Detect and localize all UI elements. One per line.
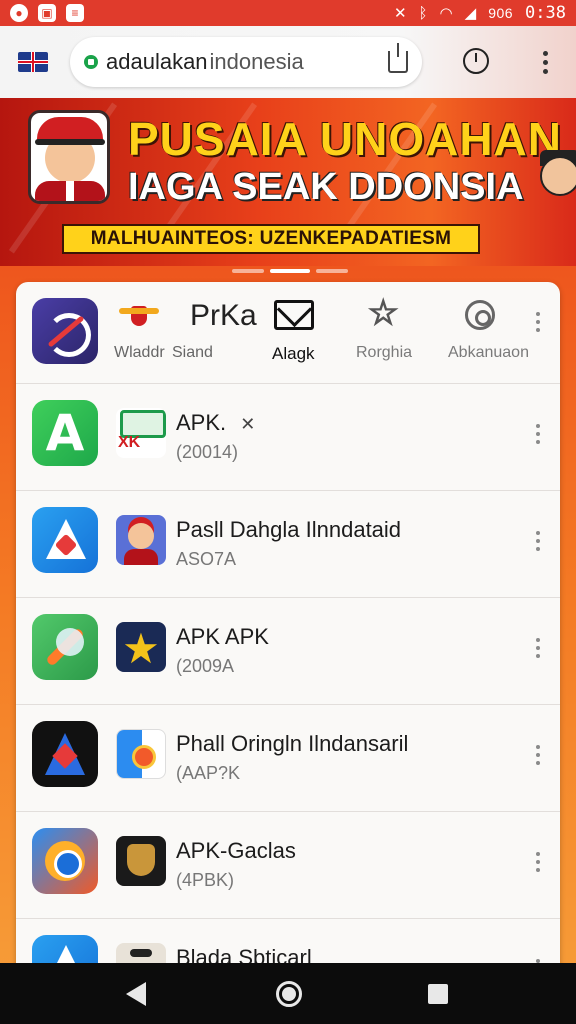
share-icon[interactable] (388, 43, 408, 73)
list-item[interactable]: Phall Oringln Ilndansaril (AAP?K (16, 705, 560, 812)
system-nav-bar (0, 963, 576, 1024)
item-more-icon[interactable] (528, 424, 548, 444)
crest-icon (119, 302, 159, 332)
browser-menu-icon[interactable] (535, 51, 555, 74)
tab-abkanuaon[interactable]: Abkanuaon (448, 344, 529, 362)
news-icon: ≡ (66, 4, 84, 22)
star-icon[interactable]: ☆ (367, 295, 410, 331)
list-item[interactable]: APK APK (2009A (16, 598, 560, 705)
app-green-a-icon (32, 400, 98, 466)
crest-icon (116, 836, 166, 886)
app-launcher-icon[interactable] (32, 298, 98, 364)
featured-row: Wladdr PrKa Siand Alagk ☆ Rorghia Abkanu… (16, 282, 560, 384)
uk-flag-icon[interactable] (18, 52, 48, 72)
app-list-card: Wladdr PrKa Siand Alagk ☆ Rorghia Abkanu… (16, 282, 560, 982)
image-icon: ▣ (38, 4, 56, 22)
list-item[interactable]: Pasll Dahgla Ilnndataid ASO7A (16, 491, 560, 598)
carousel-indicator[interactable] (232, 269, 348, 273)
browser-toolbar: adaulakan indonesia (0, 26, 576, 98)
app-subtitle: (20014) (176, 442, 239, 462)
app-dark-arrow-icon (32, 721, 98, 787)
banner-tagline: MALHUAINTEOS: UZENKEPADATIESM (62, 224, 480, 254)
carousel-dot[interactable] (232, 269, 264, 273)
notification-icon: ● (10, 4, 28, 22)
url-domain: adaulakan (106, 49, 208, 74)
mute-icon: ✕ (393, 5, 407, 22)
signal-icon: ◢ (464, 5, 477, 22)
promo-banner[interactable]: PUSAIA UNOAHAN IAGA SEAK DDONSIA MALHUAI… (0, 98, 576, 266)
status-bar: ● ▣ ≡ ✕ ᛒ ◠ ◢ 906 0:38 (0, 0, 576, 26)
app-title: Pasll Dahgla Ilnndataid (176, 517, 402, 542)
item-more-icon[interactable] (528, 745, 548, 765)
carousel-dot-active[interactable] (270, 269, 310, 273)
app-blue-arrow-icon (32, 507, 98, 573)
item-more-icon[interactable] (528, 852, 548, 872)
tab-rorghia[interactable]: Rorghia (356, 344, 412, 362)
star-icon (116, 622, 166, 672)
app-title: APK-Gaclas (176, 838, 296, 863)
app-subtitle: (AAP?K (176, 763, 241, 783)
featured-more-icon[interactable] (528, 312, 548, 332)
badge-logo-icon (116, 408, 166, 458)
tab-alagk[interactable]: Alagk (272, 344, 315, 364)
url-path: indonesia (209, 49, 304, 74)
network-text: 906 (488, 5, 514, 21)
settings-icon[interactable] (465, 300, 495, 330)
app-leaf-icon (32, 614, 98, 680)
app-title: Phall Oringln Ilndansaril (176, 731, 409, 756)
banner-title: PUSAIA UNOAHAN (128, 113, 562, 165)
url-bar[interactable]: adaulakan indonesia (70, 37, 422, 87)
recent-apps-icon[interactable] (428, 984, 448, 1004)
featured-label: Wladdr (114, 344, 165, 361)
featured-title: PrKa (190, 299, 257, 332)
close-mark-icon: ✕ (240, 414, 256, 434)
bluetooth-icon: ᛒ (418, 4, 428, 22)
list-item[interactable]: APK. ✕ (20014) (16, 384, 560, 491)
carousel-dot[interactable] (316, 269, 348, 273)
timer-icon[interactable] (463, 48, 489, 74)
app-title: APK. ✕ (176, 410, 255, 436)
app-title-text: APK. (176, 410, 227, 435)
home-icon[interactable] (276, 981, 302, 1007)
back-icon[interactable] (126, 982, 146, 1006)
mascot-avatar (28, 110, 110, 204)
app-subtitle: (2009A (176, 656, 235, 676)
app-subtitle: (4PBK) (176, 870, 235, 890)
app-orange-circle-icon (32, 828, 98, 894)
clock: 0:38 (525, 3, 566, 23)
app-title: APK APK (176, 624, 269, 649)
item-more-icon[interactable] (528, 531, 548, 551)
list-item[interactable]: APK-Gaclas (4PBK) (16, 812, 560, 919)
wifi-icon: ◠ (439, 5, 453, 22)
person-icon (116, 515, 166, 565)
banner-subtitle: IAGA SEAK DDONSIA (128, 166, 524, 208)
item-more-icon[interactable] (528, 638, 548, 658)
mail-icon[interactable] (274, 300, 314, 330)
secure-lock-icon (84, 55, 98, 69)
featured-subtitle: Siand (172, 344, 213, 361)
character-illustration (528, 150, 576, 266)
maps-icon (116, 729, 166, 779)
app-subtitle: ASO7A (176, 549, 237, 569)
